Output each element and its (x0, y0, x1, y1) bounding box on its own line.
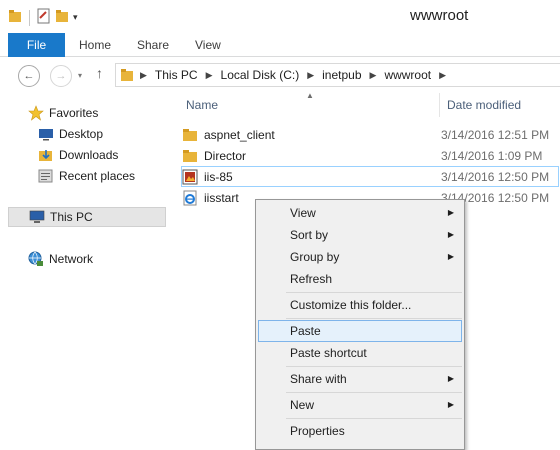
crumb-local-disk[interactable]: Local Disk (C:) (221, 68, 300, 82)
downloads-folder-icon (38, 147, 54, 163)
title-bar: ▾ wwwroot (0, 0, 560, 33)
nav-recent-places[interactable]: Recent places (38, 166, 135, 186)
file-row[interactable]: iis-85 3/14/2016 12:50 PM (181, 166, 559, 187)
navigation-pane: Favorites Desktop Downloads Recent place… (0, 93, 167, 450)
back-arrow-icon: ← (23, 70, 35, 82)
menu-separator (286, 366, 462, 367)
menu-item-label: Customize this folder... (290, 298, 412, 312)
column-divider[interactable] (439, 93, 440, 117)
menu-item-label: View (290, 206, 316, 220)
file-name: iis-85 (204, 169, 233, 184)
crumb-this-pc[interactable]: This PC (155, 68, 198, 82)
nav-label: Network (49, 252, 94, 266)
nav-desktop[interactable]: Desktop (38, 124, 103, 144)
crumb-wwwroot[interactable]: wwwroot (384, 68, 431, 82)
computer-icon (29, 209, 45, 225)
menu-item-new[interactable]: New ▶ (258, 394, 462, 416)
nav-this-pc[interactable]: This PC (8, 207, 166, 227)
sort-ascending-icon: ▲ (306, 91, 314, 100)
toolbar-divider (29, 9, 30, 26)
menu-item-customize-folder[interactable]: Customize this folder... (258, 294, 462, 316)
menu-item-paste[interactable]: Paste (258, 320, 462, 342)
menu-item-label: Group by (290, 250, 340, 264)
menu-item-label: Paste shortcut (290, 346, 367, 360)
chevron-right-icon[interactable]: ▶ (140, 70, 147, 81)
crumb-inetpub[interactable]: inetpub (322, 68, 361, 82)
new-folder-icon[interactable] (55, 9, 69, 26)
ribbon-tabs: File Home Share View (0, 33, 560, 57)
file-row[interactable]: Director 3/14/2016 1:09 PM (182, 145, 560, 166)
chevron-right-icon[interactable]: ▶ (206, 70, 213, 81)
file-row[interactable]: aspnet_client 3/14/2016 12:51 PM (182, 124, 560, 145)
menu-item-label: Refresh (290, 272, 333, 286)
recent-places-icon (38, 168, 54, 184)
column-header-name[interactable]: Name (186, 93, 218, 117)
menu-item-label: Properties (290, 424, 345, 438)
file-name: Director (204, 148, 247, 163)
context-menu: View ▶ Sort by ▶ Group by ▶ Refresh Cust… (255, 199, 465, 450)
folder-icon (8, 9, 22, 26)
tab-file[interactable]: File (8, 33, 65, 57)
image-file-icon (182, 169, 198, 185)
submenu-arrow-icon: ▶ (447, 208, 454, 217)
menu-item-label: Paste (290, 324, 321, 338)
network-icon (28, 251, 44, 267)
nav-label: Recent places (59, 169, 136, 183)
submenu-arrow-icon: ▶ (447, 374, 454, 383)
back-button[interactable]: ← (18, 65, 40, 87)
menu-separator (286, 418, 462, 419)
desktop-icon (38, 126, 54, 142)
forward-button[interactable]: → (50, 65, 72, 87)
menu-item-group-by[interactable]: Group by ▶ (258, 246, 462, 268)
tab-share[interactable]: Share (137, 33, 169, 57)
menu-item-paste-shortcut[interactable]: Paste shortcut (258, 342, 462, 364)
menu-item-refresh[interactable]: Refresh (258, 268, 462, 290)
submenu-arrow-icon: ▶ (447, 400, 454, 409)
address-row: ← → ▾ ↑ ▶ This PC ▶ Local Disk (C:) ▶ in… (0, 57, 560, 93)
star-icon (28, 105, 44, 121)
menu-item-label: Sort by (290, 228, 329, 242)
chevron-right-icon[interactable]: ▶ (307, 70, 314, 81)
submenu-arrow-icon: ▶ (447, 252, 454, 261)
folder-icon (182, 148, 198, 164)
chevron-right-icon[interactable]: ▶ (439, 70, 446, 81)
file-date: 3/14/2016 1:09 PM (441, 148, 543, 163)
nav-favorites[interactable]: Favorites (28, 103, 98, 123)
nav-downloads[interactable]: Downloads (38, 145, 118, 165)
submenu-arrow-icon: ▶ (447, 230, 454, 239)
menu-item-properties[interactable]: Properties (258, 420, 462, 442)
menu-item-share-with[interactable]: Share with ▶ (258, 368, 462, 390)
menu-item-view[interactable]: View ▶ (258, 202, 462, 224)
ie-html-icon (182, 190, 198, 206)
chevron-right-icon[interactable]: ▶ (370, 70, 377, 81)
nav-network[interactable]: Network (28, 249, 93, 269)
tab-home[interactable]: Home (79, 33, 111, 57)
menu-separator (286, 292, 462, 293)
customize-toolbar-icon[interactable]: ▾ (73, 12, 78, 23)
folder-icon (182, 127, 198, 143)
nav-label: Downloads (59, 148, 119, 162)
folder-icon (120, 68, 134, 82)
menu-separator (286, 318, 462, 319)
menu-separator (286, 392, 462, 393)
address-bar[interactable]: ▶ This PC ▶ Local Disk (C:) ▶ inetpub ▶ … (115, 63, 560, 87)
file-date: 3/14/2016 12:51 PM (441, 127, 550, 142)
menu-item-label: New (290, 398, 315, 412)
nav-label: Favorites (49, 106, 99, 120)
nav-label: Desktop (59, 127, 104, 141)
menu-item-label: Share with (290, 372, 347, 386)
quick-access-toolbar: ▾ (8, 8, 78, 27)
tab-view[interactable]: View (195, 33, 221, 57)
file-name: aspnet_client (204, 127, 275, 142)
recent-locations-icon[interactable]: ▾ (78, 71, 82, 80)
menu-item-sort-by[interactable]: Sort by ▶ (258, 224, 462, 246)
forward-arrow-icon: → (55, 70, 67, 82)
nav-label: This PC (50, 210, 93, 224)
properties-icon[interactable] (37, 8, 51, 27)
column-header-date[interactable]: Date modified (447, 93, 521, 117)
window-title: wwwroot (410, 7, 469, 24)
up-button[interactable]: ↑ (96, 65, 103, 81)
file-date: 3/14/2016 12:50 PM (441, 169, 550, 184)
